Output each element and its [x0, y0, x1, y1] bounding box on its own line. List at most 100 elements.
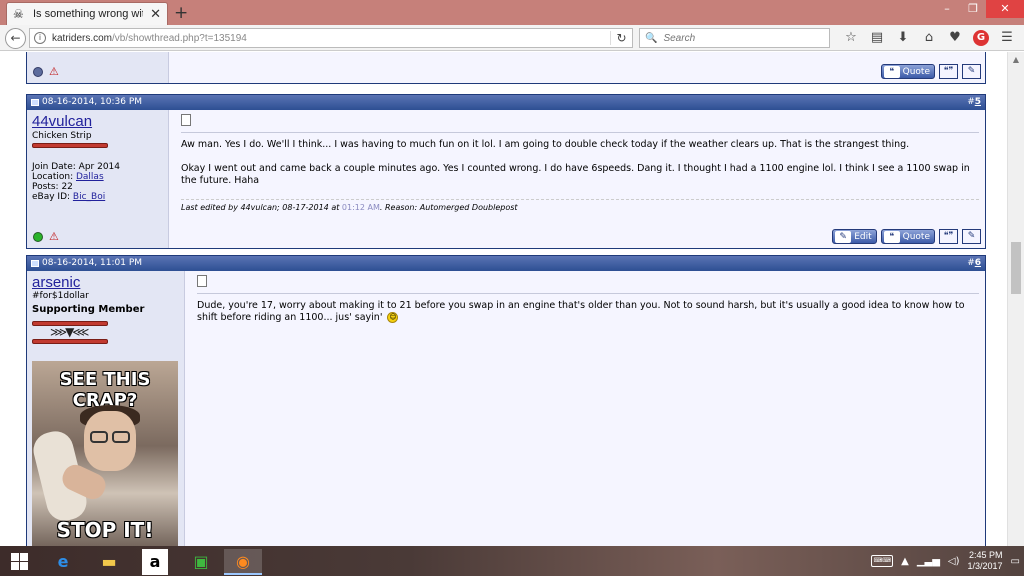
- location-link[interactable]: Dallas: [76, 172, 104, 182]
- post-6: 08-16-2014, 11:01 PM #6 arsenic #for$1do…: [26, 255, 986, 546]
- post-page-icon: [181, 114, 191, 126]
- post-icon: [31, 99, 39, 106]
- minimize-button[interactable]: –: [934, 0, 960, 18]
- previous-post-userinfo: ⚠: [27, 52, 169, 83]
- post-message: Dude, you're 17, worry about making it t…: [197, 293, 979, 324]
- post-number: #5: [967, 97, 981, 107]
- post-header: 08-16-2014, 10:36 PM #5: [27, 95, 985, 110]
- user-title: Supporting Member: [32, 304, 145, 315]
- post-page-icon: [197, 275, 207, 287]
- file-explorer-icon[interactable]: ▬: [90, 549, 128, 575]
- vertical-scrollbar[interactable]: ▲: [1007, 52, 1024, 546]
- menu-icon[interactable]: ☰: [994, 29, 1020, 47]
- start-button-icon[interactable]: [11, 553, 28, 570]
- clock-time: 2:45 PM: [969, 550, 1003, 560]
- windows-taskbar: e ▬ a ▣ ◉ ⌨⌨ ▲ ▁▃▅ ◁) 2:45 PM 1/3/2017 ▭: [0, 546, 1024, 576]
- post-count: 22: [61, 182, 73, 192]
- window-controls: – ❐ ✕: [934, 0, 1024, 18]
- store-icon[interactable]: ▣: [182, 549, 220, 575]
- site-info-icon[interactable]: i: [34, 32, 46, 44]
- user-avatar: SEE THIS CRAP? STOP IT!: [32, 361, 178, 546]
- close-window-button[interactable]: ✕: [986, 0, 1024, 18]
- search-box[interactable]: 🔍: [639, 28, 830, 48]
- smiley-icon: ☺: [387, 312, 399, 323]
- keyboard-icon[interactable]: ⌨⌨: [871, 555, 894, 567]
- internet-explorer-icon[interactable]: e: [44, 549, 82, 575]
- report-post-icon[interactable]: ⚠: [49, 231, 59, 243]
- previous-post-buttons: ❝ Quote ❝❞ ✎: [880, 64, 981, 79]
- quick-reply-icon[interactable]: ✎: [962, 64, 981, 79]
- post-message: Aw man. Yes I do. We'll I think... I was…: [181, 132, 979, 187]
- edit-button[interactable]: ✎ Edit: [832, 229, 877, 244]
- home-icon[interactable]: ⌂: [916, 29, 942, 47]
- firefox-icon[interactable]: ◉: [224, 549, 262, 575]
- scrollbar-thumb[interactable]: [1011, 242, 1021, 294]
- maximize-button[interactable]: ❐: [960, 0, 986, 18]
- reading-list-icon[interactable]: ▤: [864, 29, 890, 47]
- url-text: katriders.com/vb/showthread.php?t=135194: [52, 32, 247, 44]
- online-status-icon: [33, 232, 43, 242]
- post-buttons: ✎ Edit ❝ Quote ❝❞ ✎: [832, 229, 981, 244]
- search-icon: 🔍: [645, 32, 658, 44]
- browser-tab[interactable]: ☠ Is something wrong with ... ✕: [6, 2, 168, 25]
- network-icon[interactable]: ▁▃▅: [917, 556, 940, 567]
- post-number-link[interactable]: 5: [975, 97, 981, 107]
- toolbar-icons: ☆ ▤ ⬇ ⌂ ♥ G ☰: [838, 29, 1020, 47]
- navigation-bar: ← i katriders.com/vb/showthread.php?t=13…: [0, 25, 1024, 51]
- username-link[interactable]: arsenic: [32, 275, 179, 291]
- ebay-id-link[interactable]: Bic_Boi: [73, 192, 105, 202]
- post-number: #6: [967, 258, 981, 268]
- notifications-icon[interactable]: ▭: [1011, 556, 1020, 567]
- reload-icon[interactable]: ↻: [610, 31, 632, 45]
- extension-icon[interactable]: G: [973, 30, 989, 46]
- post-paragraph: Okay I went out and came back a couple m…: [181, 163, 970, 186]
- address-bar[interactable]: i katriders.com/vb/showthread.php?t=1351…: [29, 28, 633, 48]
- system-tray: ⌨⌨ ▲ ▁▃▅ ◁) 2:45 PM 1/3/2017 ▭: [871, 546, 1020, 576]
- post-userinfo: arsenic #for$1dollar Supporting Member ⋙…: [27, 271, 185, 546]
- back-button[interactable]: ←: [5, 28, 26, 49]
- post-icon: [31, 260, 39, 267]
- report-post-icon[interactable]: ⚠: [49, 66, 59, 78]
- search-input[interactable]: [663, 32, 824, 44]
- site-favicon-icon: ☠: [13, 7, 24, 21]
- join-date: Apr 2014: [78, 162, 120, 172]
- volume-icon[interactable]: ◁): [948, 556, 960, 567]
- eagle-badge-icon: ⋙▼⋘: [50, 325, 89, 339]
- post-body: Dude, you're 17, worry about making it t…: [191, 271, 985, 546]
- post-text: Dude, you're 17, worry about making it t…: [197, 300, 965, 323]
- post-body: Aw man. Yes I do. We'll I think... I was…: [175, 110, 985, 248]
- multi-quote-icon[interactable]: ❝❞: [939, 64, 958, 79]
- new-tab-button[interactable]: +: [174, 3, 188, 23]
- previous-post-fragment: ⚠ ❝ Quote ❝❞ ✎: [26, 52, 986, 84]
- quote-button[interactable]: ❝ Quote: [880, 229, 935, 244]
- clock-date: 1/3/2017: [967, 561, 1003, 571]
- clock[interactable]: 2:45 PM 1/3/2017: [968, 550, 1003, 572]
- tab-title: Is something wrong with ...: [33, 8, 143, 20]
- post-header: 08-16-2014, 11:01 PM #6: [27, 256, 985, 271]
- bookmark-star-icon[interactable]: ☆: [838, 29, 864, 47]
- user-title: Chicken Strip: [32, 131, 92, 141]
- tab-bar: ☠ Is something wrong with ... ✕ + – ❐ ✕: [0, 0, 1024, 25]
- avatar-caption-bottom: STOP IT!: [56, 518, 154, 542]
- quote-button[interactable]: ❝ Quote: [880, 64, 935, 79]
- post-number-link[interactable]: 6: [975, 258, 981, 268]
- username-link[interactable]: 44vulcan: [32, 114, 163, 130]
- user-subtitle: #for$1dollar: [32, 291, 89, 301]
- post-userinfo: 44vulcan Chicken Strip Join Date: Apr 20…: [27, 110, 169, 248]
- quick-reply-icon[interactable]: ✎: [962, 229, 981, 244]
- tray-expand-icon[interactable]: ▲: [901, 556, 909, 567]
- scroll-up-icon[interactable]: ▲: [1008, 52, 1024, 68]
- reputation-bars: ⋙▼⋘: [32, 321, 179, 347]
- reputation-bar: [32, 143, 108, 148]
- edit-note: Last edited by 44vulcan; 08-17-2014 at 0…: [181, 199, 979, 212]
- post-date: 08-16-2014, 10:36 PM: [42, 97, 143, 107]
- post-paragraph: Aw man. Yes I do. We'll I think... I was…: [181, 139, 910, 150]
- multi-quote-icon[interactable]: ❝❞: [939, 229, 958, 244]
- amazon-icon[interactable]: a: [142, 549, 168, 575]
- post-5: 08-16-2014, 10:36 PM #5 44vulcan Chicken…: [26, 94, 986, 249]
- close-tab-icon[interactable]: ✕: [150, 7, 161, 22]
- download-icon[interactable]: ⬇: [890, 29, 916, 47]
- offline-status-icon: [33, 67, 43, 77]
- pocket-icon[interactable]: ♥: [942, 29, 968, 47]
- post-date: 08-16-2014, 11:01 PM: [42, 258, 143, 268]
